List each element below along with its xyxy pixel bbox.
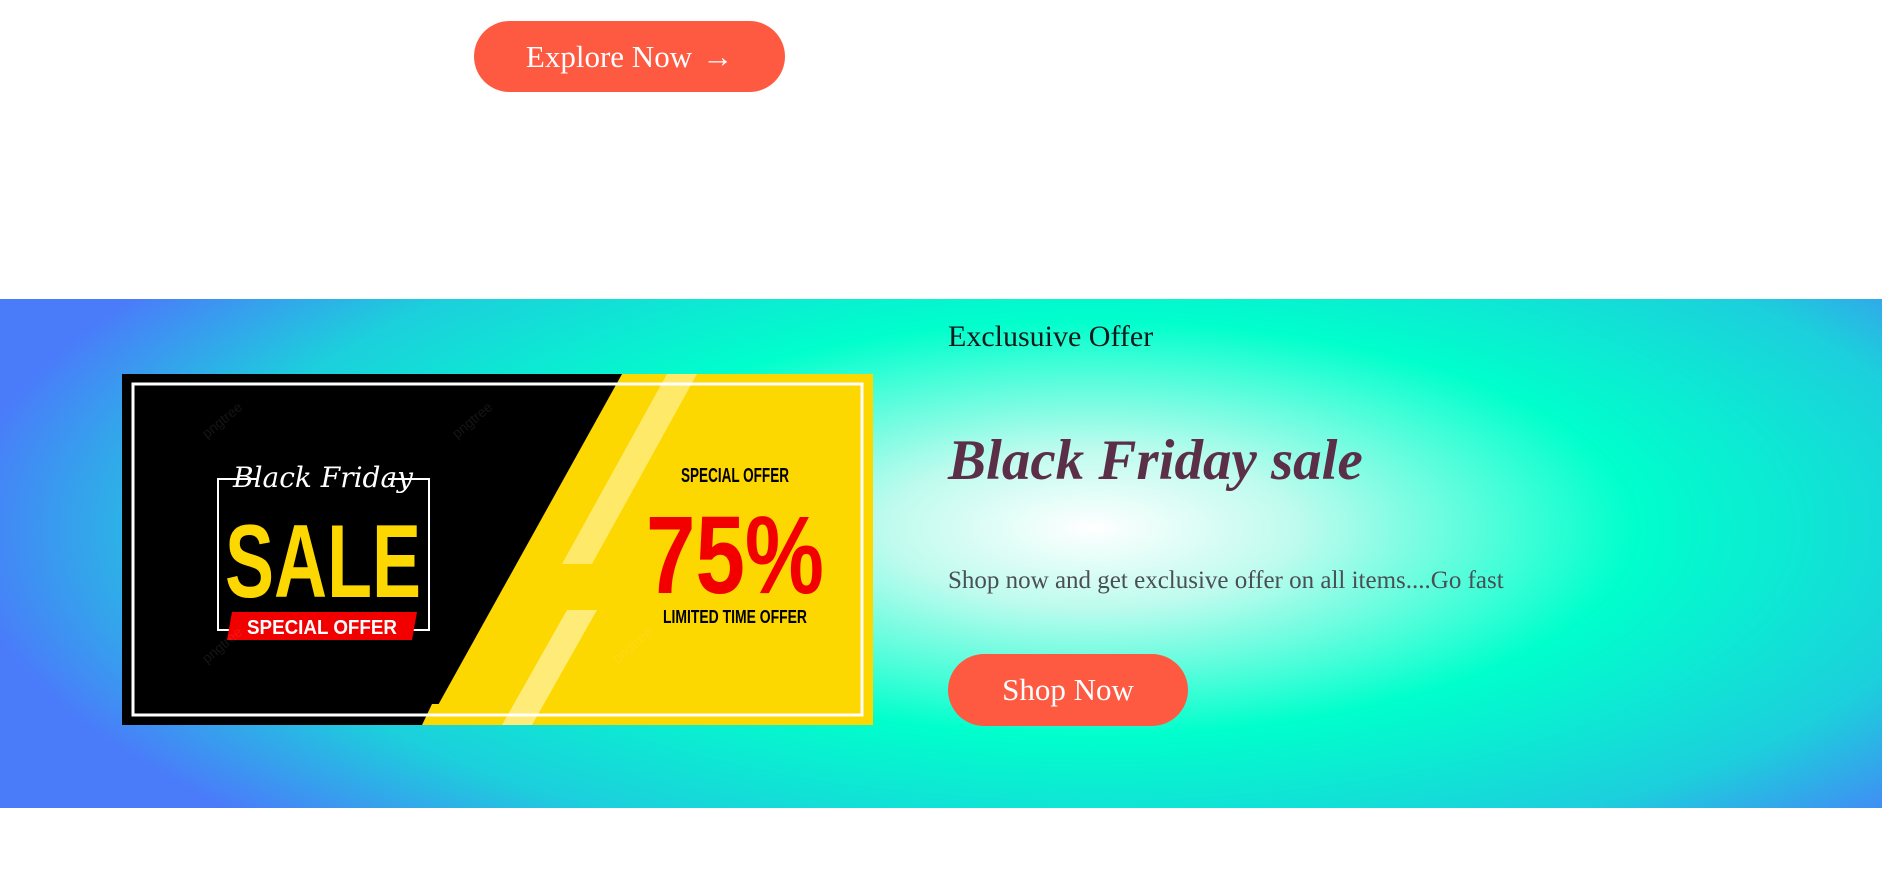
explore-now-label: Explore Now [525,38,693,74]
exclusive-offer-section: Black Friday SALE SPECIAL OFFER SPECIAL … [0,299,1882,808]
banner-percent: 75% [646,494,824,617]
banner-script-title: Black Friday [232,461,414,494]
sale-heading: Black Friday sale [948,429,1363,492]
black-friday-banner-image: Black Friday SALE SPECIAL OFFER SPECIAL … [122,374,873,725]
offer-label: Exclusuive Offer [948,320,1154,353]
banner-sale-word: SALE [225,504,421,620]
banner-ribbon-text: SPECIAL OFFER [247,617,398,639]
arrow-right-icon: → [702,38,734,74]
page: Explore Now → Black Friday SALE SPECIAL … [0,0,1882,869]
explore-now-button[interactable]: Explore Now → [474,21,785,92]
banner-limited-time: LIMITED TIME OFFER [663,607,807,627]
sale-description: Shop now and get exclusive offer on all … [948,567,1504,594]
shop-now-button[interactable]: Shop Now [948,654,1188,726]
banner-special-offer-caption: SPECIAL OFFER [681,465,789,487]
